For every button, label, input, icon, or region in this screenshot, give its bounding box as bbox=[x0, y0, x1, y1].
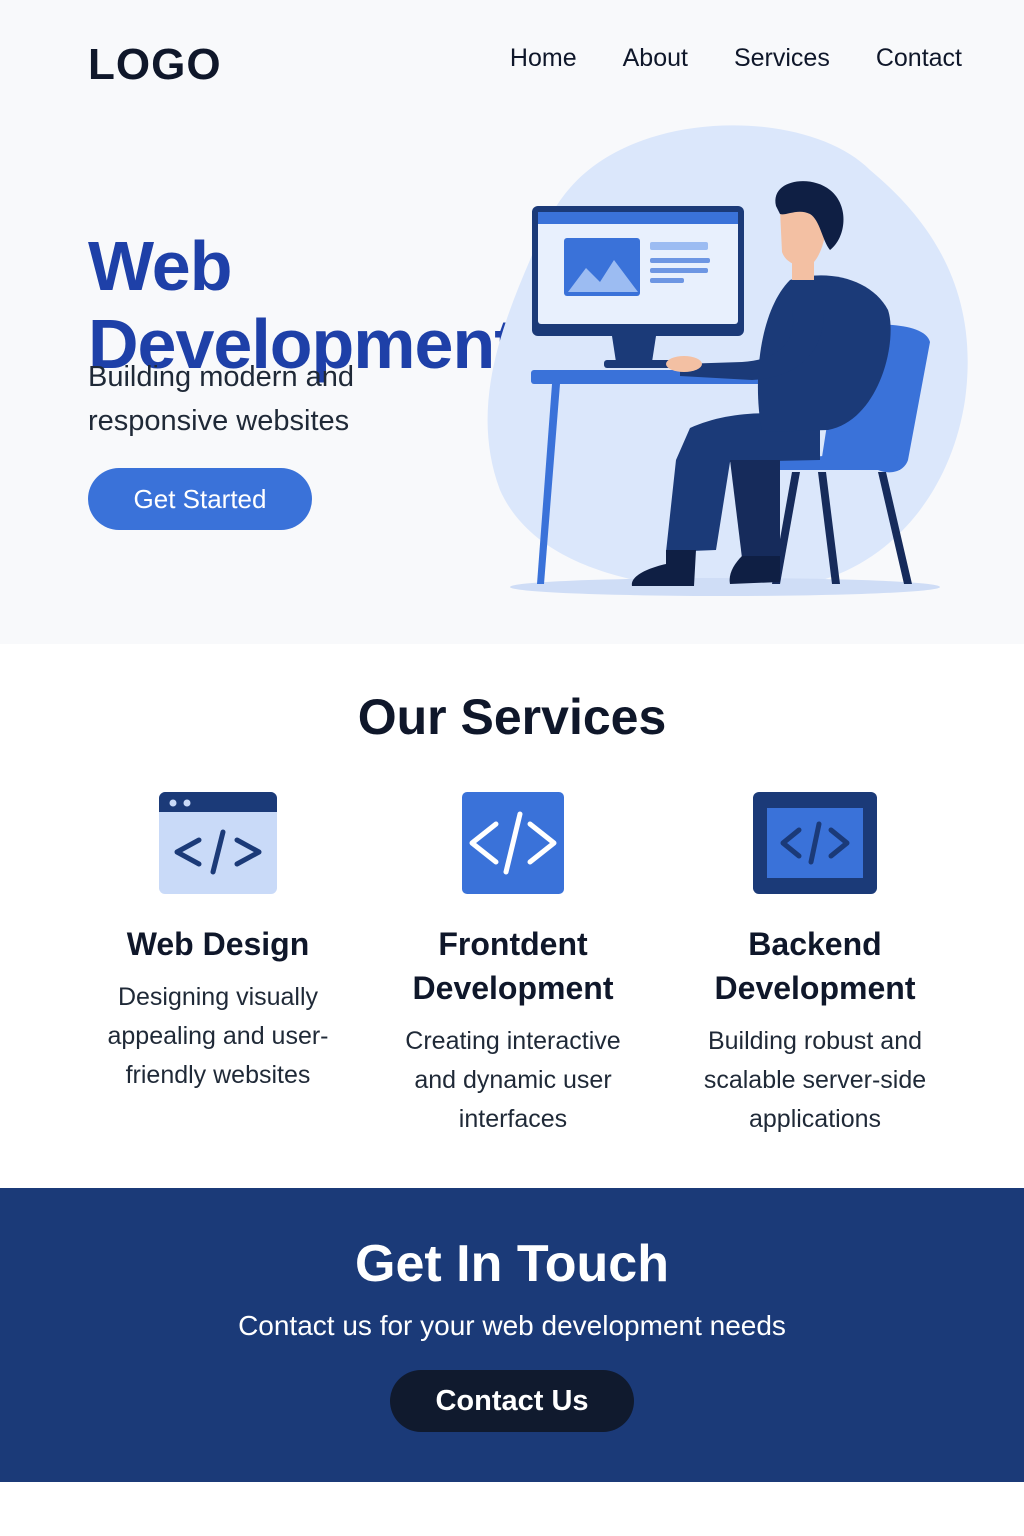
contact-subtitle: Contact us for your web development need… bbox=[238, 1310, 786, 1341]
browser-code-icon bbox=[159, 792, 277, 894]
service-description: Designing visually appealing and user-fr… bbox=[107, 983, 329, 1089]
server-code-icon bbox=[753, 792, 877, 894]
logo[interactable]: LOGO bbox=[88, 40, 222, 90]
contact-section: Get In Touch Contact us for your web dev… bbox=[0, 1188, 1024, 1482]
service-card-frontend: Frontdent Development Creating interacti… bbox=[363, 792, 663, 1139]
main-nav: Home About Services Contact bbox=[510, 44, 962, 73]
get-started-button[interactable]: Get Started bbox=[88, 468, 312, 530]
hero-section: LOGO Home About Services Contact Web Dev… bbox=[0, 0, 1024, 644]
contact-us-button[interactable]: Contact Us bbox=[390, 1370, 634, 1432]
service-card-web-design: Web Design Designing visually appealing … bbox=[68, 792, 368, 1095]
hero-subtitle: Building modern and responsive websites bbox=[88, 361, 355, 437]
nav-home[interactable]: Home bbox=[510, 44, 577, 73]
service-description: Creating interactive and dynamic user in… bbox=[405, 1027, 621, 1133]
services-title: Our Services bbox=[357, 689, 667, 745]
developer-at-desk-illustration bbox=[487, 125, 968, 596]
service-title: Frontdent Development bbox=[412, 926, 614, 1006]
nav-contact[interactable]: Contact bbox=[876, 44, 962, 73]
contact-title: Get In Touch bbox=[355, 1235, 669, 1293]
nav-about[interactable]: About bbox=[623, 44, 688, 73]
service-description: Building robust and scalable server-side… bbox=[703, 1027, 927, 1133]
service-title: Backend Development bbox=[714, 926, 916, 1006]
service-card-backend: Backend Development Building robust and … bbox=[665, 792, 965, 1139]
code-icon bbox=[462, 792, 564, 894]
service-title: Web Design bbox=[126, 926, 310, 962]
nav-services[interactable]: Services bbox=[734, 44, 830, 73]
